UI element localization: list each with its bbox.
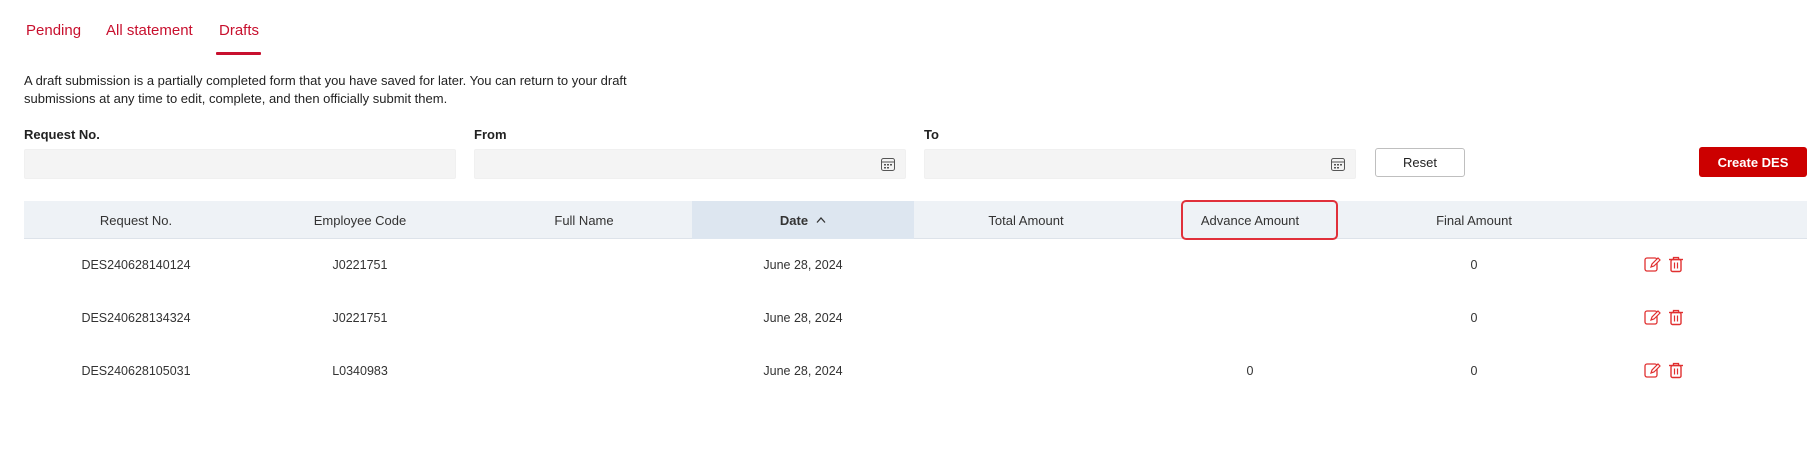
- cell-advance-amount: [1138, 238, 1362, 291]
- row-actions: [1642, 291, 1686, 344]
- reset-button[interactable]: Reset: [1375, 148, 1465, 177]
- from-field-wrapper: [474, 149, 906, 179]
- request-no-input[interactable]: [25, 150, 455, 178]
- to-date-input[interactable]: [925, 150, 1355, 178]
- header-full-name[interactable]: Full Name: [472, 201, 696, 239]
- table-header: Request No. Employee Code Full Name Date…: [24, 201, 1807, 239]
- to-label: To: [924, 127, 939, 142]
- trash-icon[interactable]: [1666, 308, 1686, 328]
- row-actions: [1642, 238, 1686, 291]
- advance-amount-highlight: [1181, 200, 1338, 240]
- cell-employee-code: J0221751: [332, 257, 388, 272]
- table-row[interactable]: DES240628140124 J0221751 June 28, 2024 0: [24, 238, 1807, 291]
- calendar-icon[interactable]: [1331, 158, 1345, 171]
- calendar-icon[interactable]: [881, 158, 895, 171]
- cell-full-name: [472, 291, 696, 344]
- cell-request-no: DES240628105031: [81, 363, 191, 378]
- trash-icon[interactable]: [1666, 255, 1686, 275]
- cell-date: June 28, 2024: [763, 363, 843, 378]
- row-actions: [1642, 344, 1686, 397]
- cell-total-amount: [914, 291, 1138, 344]
- cell-date: June 28, 2024: [763, 257, 843, 272]
- cell-employee-code: J0221751: [332, 310, 388, 325]
- to-field-wrapper: [924, 149, 1356, 179]
- from-label: From: [474, 127, 507, 142]
- edit-icon[interactable]: [1642, 361, 1662, 381]
- trash-icon[interactable]: [1666, 361, 1686, 381]
- table-row[interactable]: DES240628105031 L0340983 June 28, 2024 0…: [24, 344, 1807, 397]
- create-des-button[interactable]: Create DES: [1699, 147, 1807, 177]
- request-no-label: Request No.: [24, 127, 100, 142]
- cell-full-name: [472, 344, 696, 397]
- cell-request-no: DES240628140124: [81, 257, 191, 272]
- cell-total-amount: [914, 344, 1138, 397]
- from-date-input[interactable]: [475, 150, 905, 178]
- tab-pending[interactable]: Pending: [26, 22, 81, 39]
- table-row[interactable]: DES240628134324 J0221751 June 28, 2024 0: [24, 291, 1807, 344]
- request-no-field-wrapper: [24, 149, 456, 179]
- header-employee-code[interactable]: Employee Code: [248, 201, 472, 239]
- active-tab-indicator: [216, 52, 261, 55]
- drafts-description: A draft submission is a partially comple…: [24, 73, 627, 106]
- cell-full-name: [472, 238, 696, 291]
- cell-advance-amount: [1138, 291, 1362, 344]
- cell-date: June 28, 2024: [763, 310, 843, 325]
- edit-icon[interactable]: [1642, 308, 1662, 328]
- header-request-no[interactable]: Request No.: [24, 201, 248, 239]
- cell-request-no: DES240628134324: [81, 310, 191, 325]
- cell-advance-amount: 0: [1246, 363, 1254, 378]
- cell-total-amount: [914, 238, 1138, 291]
- cell-final-amount: 0: [1470, 310, 1478, 325]
- cell-employee-code: L0340983: [332, 363, 388, 378]
- tab-all-statement[interactable]: All statement: [106, 22, 193, 39]
- cell-final-amount: 0: [1470, 257, 1478, 272]
- chevron-up-icon: [816, 217, 826, 223]
- edit-icon[interactable]: [1642, 255, 1662, 275]
- header-final-amount[interactable]: Final Amount: [1362, 201, 1586, 239]
- tab-drafts[interactable]: Drafts: [219, 22, 259, 39]
- header-date[interactable]: Date: [692, 201, 914, 239]
- cell-final-amount: 0: [1470, 363, 1478, 378]
- tab-bar: Pending All statement Drafts: [0, 0, 1815, 60]
- header-total-amount[interactable]: Total Amount: [914, 201, 1138, 239]
